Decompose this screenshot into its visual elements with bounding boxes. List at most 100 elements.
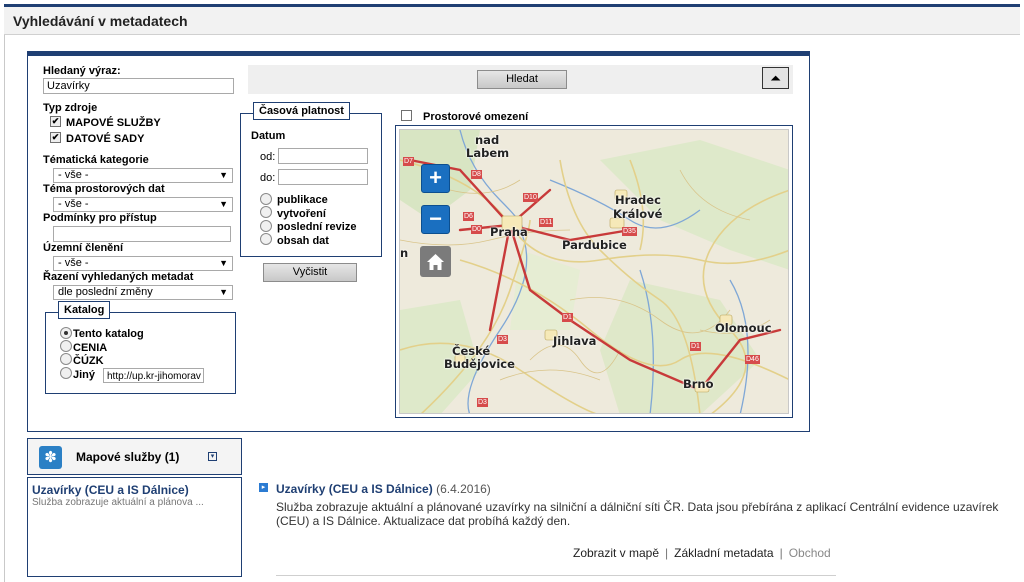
link-separator: | <box>779 546 783 560</box>
catalog-other-url-input[interactable]: http://up.kr-jihomorav <box>103 368 204 383</box>
date-to-input[interactable] <box>278 169 368 185</box>
search-input[interactable]: Uzavírky <box>43 78 234 94</box>
result-title[interactable]: Uzavírky (CEU a IS Dálnice) <box>276 482 433 496</box>
map-services-header[interactable]: ✽ Mapové služby (1) ▾ <box>27 438 242 475</box>
catalog-option-other: Jiný <box>73 369 96 381</box>
page-title: Vyhledávání v metadatech <box>13 13 188 29</box>
time-validity-legend: Časová platnost <box>253 102 350 120</box>
result-date: (6.4.2016) <box>436 482 491 496</box>
dropdown-arrow-icon: ▼ <box>219 170 228 180</box>
service-item-title[interactable]: Uzavírky (CEU a IS Dálnice) <box>32 483 189 497</box>
services-icon: ✽ <box>39 446 62 469</box>
search-button[interactable]: Hledat <box>477 70 567 89</box>
thematic-category-label: Tématická kategorie <box>43 154 149 166</box>
result-links: Zobrazit v mapě | Základní metadata | Obchod <box>573 546 831 560</box>
chevron-down-icon[interactable]: ▾ <box>208 452 217 461</box>
zoom-out-button[interactable]: − <box>421 205 450 234</box>
map-city-partial: n <box>400 246 409 260</box>
zoom-in-button[interactable]: + <box>421 164 450 193</box>
collapse-icon[interactable]: ⏶ <box>762 67 789 89</box>
spatial-restriction-label: Prostorové omezení <box>423 111 529 123</box>
date-type-revision: poslední revize <box>277 221 357 233</box>
link-separator: | <box>665 546 669 560</box>
catalog-option-this: Tento katalog <box>73 328 144 340</box>
road-label-d46: D46 <box>745 355 760 364</box>
road-label-d6: D6 <box>463 212 474 221</box>
date-type-radio-publication[interactable] <box>260 193 272 205</box>
map-city-ceske: České <box>452 344 491 358</box>
catalog-legend: Katalog <box>58 301 111 319</box>
road-label-d10: D10 <box>523 193 538 202</box>
map-services-list: Uzavírky (CEU a IS Dálnice) Služba zobra… <box>27 477 242 577</box>
date-type-radio-revision[interactable] <box>260 220 272 232</box>
map-frame: D7 D8 D10 D6 D0 D11 D35 D1 D3 D46 D1 D3 … <box>395 125 793 418</box>
territorial-value: - vše - <box>58 257 89 269</box>
spatial-theme-value: - vše - <box>58 198 89 210</box>
show-in-map-link[interactable]: Zobrazit v mapě <box>573 546 659 560</box>
sorting-select[interactable]: dle poslední změny ▼ <box>53 285 233 300</box>
road-label-d1b: D1 <box>690 342 701 351</box>
date-type-radio-content[interactable] <box>260 233 272 245</box>
page-header: Vyhledávání v metadatech <box>4 7 1020 35</box>
catalog-radio-this[interactable] <box>60 327 72 339</box>
thematic-category-value: - vše - <box>58 169 89 181</box>
map-home-button[interactable] <box>420 246 451 277</box>
map-city-pardubice: Pardubice <box>562 238 627 252</box>
map-services-checkbox[interactable]: ✔ <box>50 116 61 127</box>
map-city-kralove: Králové <box>613 207 663 221</box>
road-label-d11: D11 <box>539 218 554 227</box>
thematic-category-select[interactable]: - vše - ▼ <box>53 168 233 183</box>
map-canvas <box>400 130 788 413</box>
map-city-olomouc: Olomouc <box>715 321 772 335</box>
map-city-brno: Brno <box>683 377 714 391</box>
spatial-restriction-checkbox[interactable] <box>401 110 412 121</box>
territorial-select[interactable]: - vše - ▼ <box>53 256 233 271</box>
search-label: Hledaný výraz: <box>43 65 121 77</box>
map-services-title: Mapové služby (1) <box>76 450 180 464</box>
date-from-input[interactable] <box>278 148 368 164</box>
access-conditions-input[interactable] <box>53 226 231 242</box>
catalog-option-cuzk: ČÚZK <box>73 355 104 367</box>
left-border <box>4 35 5 582</box>
map-city-nad: nad <box>475 133 500 147</box>
road-label-d35: D35 <box>622 227 637 236</box>
sorting-value: dle poslední změny <box>58 286 153 298</box>
shop-link[interactable]: Obchod <box>789 546 831 560</box>
datasets-checkbox[interactable]: ✔ <box>50 132 61 143</box>
date-type-radio-creation[interactable] <box>260 206 272 218</box>
source-type-label: Typ zdroje <box>43 102 98 114</box>
catalog-radio-cuzk[interactable] <box>60 353 72 365</box>
road-label-d7: D7 <box>403 157 414 166</box>
catalog-radio-cenia[interactable] <box>60 340 72 352</box>
result-description-line2: (CEU) a IS Dálnice. Aktualizace dat prob… <box>276 514 571 528</box>
result-description-line1: Služba zobrazuje aktuální a plánované uz… <box>276 500 999 514</box>
dropdown-arrow-icon: ▼ <box>219 287 228 297</box>
map-city-budejovice: Budějovice <box>444 357 515 371</box>
from-label: od: <box>260 151 276 163</box>
map-view[interactable]: D7 D8 D10 D6 D0 D11 D35 D1 D3 D46 D1 D3 … <box>399 129 789 414</box>
road-label-d3b: D3 <box>477 398 488 407</box>
sorting-label: Řazení vyhledaných metadat <box>43 271 194 283</box>
date-type-creation: vytvoření <box>277 208 326 220</box>
road-label-d1: D1 <box>562 313 573 322</box>
result-arrow-icon: ▸ <box>259 483 268 492</box>
map-city-jihlava: Jihlava <box>553 334 597 348</box>
clear-button[interactable]: Vyčistit <box>263 263 357 282</box>
territorial-label: Územní členění <box>43 242 124 254</box>
service-item-desc: Služba zobrazuje aktuální a plánova ... <box>32 497 204 508</box>
access-conditions-label: Podmínky pro přístup <box>43 212 157 224</box>
spatial-theme-select[interactable]: - vše - ▼ <box>53 197 233 212</box>
spatial-theme-label: Téma prostorových dat <box>43 183 165 195</box>
road-label-d8: D8 <box>471 170 482 179</box>
date-type-content: obsah dat <box>277 235 329 247</box>
map-city-labem: Labem <box>466 146 510 160</box>
dropdown-arrow-icon: ▼ <box>219 258 228 268</box>
basic-metadata-link[interactable]: Základní metadata <box>674 546 773 560</box>
date-type-publication: publikace <box>277 194 328 206</box>
result-divider <box>276 575 836 576</box>
catalog-radio-other[interactable] <box>60 367 72 379</box>
road-label-d0: D0 <box>471 225 482 234</box>
result-heading: Uzavírky (CEU a IS Dálnice) (6.4.2016) <box>276 482 491 496</box>
map-services-label: MAPOVÉ SLUŽBY <box>66 117 161 129</box>
map-city-praha: Praha <box>490 225 528 239</box>
